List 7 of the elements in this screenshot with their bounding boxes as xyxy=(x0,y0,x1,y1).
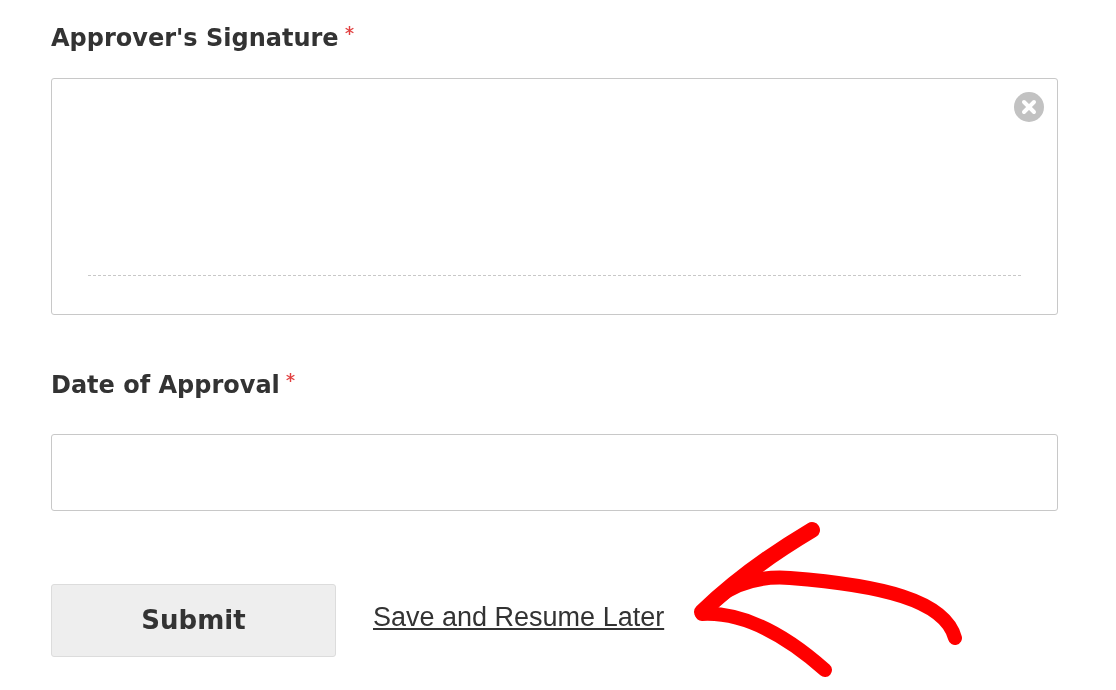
signature-pad[interactable] xyxy=(51,78,1058,315)
clear-icon[interactable] xyxy=(1013,91,1045,123)
date-field[interactable] xyxy=(51,434,1058,511)
save-resume-link[interactable]: Save and Resume Later xyxy=(373,597,665,638)
field-label: Approver's Signature xyxy=(51,23,339,54)
submit-button[interactable]: Submit xyxy=(51,584,336,657)
field-label: Date of Approval xyxy=(51,370,280,401)
